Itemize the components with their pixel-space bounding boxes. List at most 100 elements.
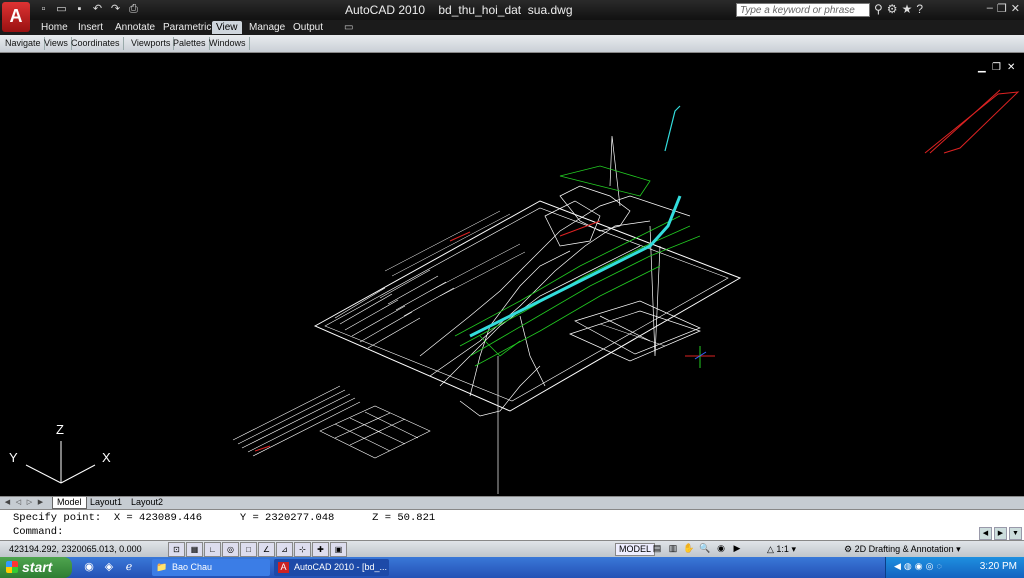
windows-logo-icon <box>6 561 18 573</box>
prev-layout-icon[interactable]: ◁ <box>14 498 23 507</box>
tray-arrow-icon[interactable]: ◀ <box>894 561 901 572</box>
drawing-svg: Z Y X <box>9 89 1020 494</box>
layout-tab-model[interactable]: Model <box>52 497 87 509</box>
ortho-icon[interactable]: ∟ <box>204 542 221 557</box>
tab-home[interactable]: Home <box>37 21 72 34</box>
plot-icon[interactable]: ⎙ <box>126 2 141 17</box>
drawing-canvas[interactable]: Z Y X ▁ ❐ ✕ <box>0 56 1024 496</box>
scroll-left-icon[interactable]: ◀ <box>979 527 992 540</box>
annotation-scale-value: 1:1 <box>776 544 789 554</box>
workspace-switcher[interactable]: ⚙ 2D Drafting & Annotation ▾ <box>844 544 961 555</box>
steeringwheel-icon[interactable]: ◉ <box>714 542 728 555</box>
tab-manage[interactable]: Manage <box>245 21 289 34</box>
viewport-restore-icon[interactable]: ❐ <box>992 62 1001 73</box>
command-prompt[interactable]: Command: <box>13 526 63 538</box>
sheet-inner-border <box>324 207 729 402</box>
tab-insert[interactable]: Insert <box>74 21 107 34</box>
otrack-icon[interactable]: ∠ <box>258 542 275 557</box>
star-icon[interactable]: ★ <box>902 2 913 16</box>
scroll-right-icon[interactable]: ▶ <box>994 527 1007 540</box>
application-menu-button[interactable]: A <box>2 2 30 32</box>
task-autocad-label: AutoCAD 2010 - [bd_... <box>294 562 388 572</box>
lineweight-icon[interactable]: ✚ <box>312 542 329 557</box>
ribbon-panel-bar: Navigate Views Coordinates Viewports Pal… <box>0 35 1024 53</box>
viewport-minimize-icon[interactable]: ▁ <box>978 62 986 73</box>
update-icon[interactable]: ◌ <box>937 561 942 572</box>
firefox-icon[interactable]: ◉ <box>82 560 96 574</box>
window-controls: – ❐ ✕ <box>987 2 1020 15</box>
ucs-icon <box>25 441 96 484</box>
help-icon[interactable]: ? <box>916 2 923 16</box>
ribbon-minimize-icon[interactable]: ▭ <box>340 21 357 34</box>
scroll-down-icon[interactable]: ▼ <box>1009 527 1022 540</box>
task-button-autocad[interactable]: A AutoCAD 2010 - [bd_... <box>274 559 389 576</box>
axis-x-label: X <box>102 450 111 465</box>
start-button[interactable]: start <box>0 557 72 578</box>
minimize-icon[interactable]: – <box>987 2 993 15</box>
clock[interactable]: 3:20 PM <box>980 561 1017 572</box>
pan-icon[interactable]: ✋ <box>682 542 696 555</box>
coordinate-readout[interactable]: 423194.292, 2320065.013, 0.000 <box>9 544 142 554</box>
search-input[interactable]: Type a keyword or phrase <box>736 3 870 17</box>
workspace-name: 2D Drafting & Annotation <box>854 544 954 554</box>
open-icon[interactable]: ▭ <box>54 2 69 17</box>
legend-table-left <box>232 385 361 457</box>
quick-view-layouts-icon[interactable]: ▤ <box>650 542 664 555</box>
task-button-folder[interactable]: 📁 Bao Chau <box>152 559 270 576</box>
drafting-toggles: ⊡ ▦ ∟ ◎ □ ∠ ⊿ ⊹ ✚ ▣ <box>168 542 347 557</box>
tab-view[interactable]: View <box>212 21 242 34</box>
tab-annotate[interactable]: Annotate <box>111 21 159 34</box>
tab-output[interactable]: Output <box>289 21 327 34</box>
zoom-icon[interactable]: 🔍 <box>698 542 712 555</box>
snap-icon[interactable]: ⊡ <box>168 542 185 557</box>
quick-launch: ◉ ◈ ℯ <box>82 560 136 574</box>
last-layout-icon[interactable]: ▶ <box>36 498 45 507</box>
osnap-icon[interactable]: □ <box>240 542 257 557</box>
autocad-icon: A <box>278 562 289 573</box>
panel-viewports[interactable]: Viewports <box>128 37 175 50</box>
dyn-icon[interactable]: ⊹ <box>294 542 311 557</box>
media-icon[interactable]: ◈ <box>102 560 116 574</box>
panel-coordinates[interactable]: Coordinates <box>68 37 124 50</box>
quick-access-toolbar: ▫ ▭ ▪ ↶ ↷ ⎙ <box>36 2 141 18</box>
close-icon[interactable]: ✕ <box>1011 2 1020 15</box>
panel-palettes[interactable]: Palettes <box>170 37 210 50</box>
axis-z-label: Z <box>56 422 64 437</box>
panel-windows[interactable]: Windows <box>206 37 250 50</box>
network-icon[interactable]: ◍ <box>904 561 912 572</box>
binoculars-icon[interactable]: ⚲ <box>874 2 883 16</box>
info-center: ⚲ ⚙ ★ ? <box>874 2 923 16</box>
volume-icon[interactable]: ◎ <box>926 561 934 572</box>
command-scroll: ◀ ▶ ▼ <box>979 527 1022 540</box>
command-history: Specify point: X = 423089.446 Y = 232027… <box>13 512 436 524</box>
window-title: AutoCAD 2010 bd_thu_hoi_dat sua.dwg <box>345 3 573 17</box>
grid-icon[interactable]: ▦ <box>186 542 203 557</box>
tab-parametric[interactable]: Parametric <box>159 21 215 34</box>
qp-icon[interactable]: ▣ <box>330 542 347 557</box>
layout-tab-layout2[interactable]: Layout2 <box>127 497 167 508</box>
showmotion-icon[interactable]: ▶ <box>730 542 744 555</box>
layout-tab-layout1[interactable]: Layout1 <box>86 497 126 508</box>
wrench-icon[interactable]: ⚙ <box>887 2 898 16</box>
ducs-icon[interactable]: ⊿ <box>276 542 293 557</box>
save-icon[interactable]: ▪ <box>72 2 87 17</box>
security-icon[interactable]: ◉ <box>915 561 923 572</box>
start-label: start <box>22 559 53 575</box>
red-boundary-lines <box>254 89 1020 452</box>
new-icon[interactable]: ▫ <box>36 2 51 17</box>
ucs-marker-middle <box>685 346 715 368</box>
status-bar: 423194.292, 2320065.013, 0.000 ⊡ ▦ ∟ ◎ □… <box>0 540 1024 557</box>
next-layout-icon[interactable]: ▷ <box>25 498 34 507</box>
annotation-scale[interactable]: △ 1:1 ▾ <box>767 544 796 555</box>
model-space-button[interactable]: MODEL <box>615 543 656 556</box>
quick-view-drawings-icon[interactable]: ▥ <box>666 542 680 555</box>
title-bar: A ▫ ▭ ▪ ↶ ↷ ⎙ AutoCAD 2010 bd_thu_hoi_da… <box>0 0 1024 32</box>
viewport-close-icon[interactable]: ✕ <box>1007 62 1015 73</box>
polar-icon[interactable]: ◎ <box>222 542 239 557</box>
first-layout-icon[interactable]: ◀ <box>3 498 12 507</box>
undo-icon[interactable]: ↶ <box>90 2 105 17</box>
ie-icon[interactable]: ℯ <box>122 560 136 574</box>
restore-icon[interactable]: ❐ <box>997 2 1007 15</box>
panel-navigate[interactable]: Navigate <box>2 37 45 50</box>
redo-icon[interactable]: ↷ <box>108 2 123 17</box>
